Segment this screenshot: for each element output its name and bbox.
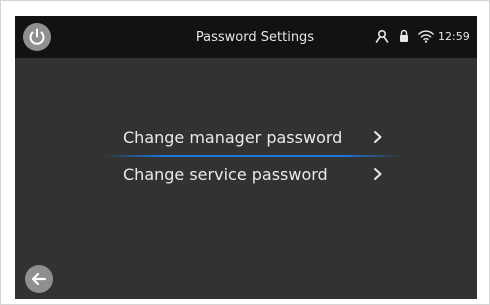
back-arrow-icon	[31, 272, 47, 286]
power-icon	[29, 28, 45, 45]
chevron-right-icon	[374, 168, 382, 180]
change-manager-password-item[interactable]: Change manager password	[103, 122, 403, 152]
lock-icon	[400, 29, 408, 42]
selection-divider	[103, 155, 403, 157]
clock: 12:59	[438, 30, 470, 43]
change-service-password-item[interactable]: Change service password	[103, 159, 403, 189]
user-icon	[375, 29, 389, 43]
menu-item-label: Change manager password	[123, 128, 343, 147]
page-title: Password Settings	[195, 30, 315, 45]
power-button[interactable]	[23, 23, 51, 51]
chevron-right-icon	[374, 131, 382, 143]
wifi-icon	[418, 30, 434, 43]
touch-screen: Password Settings 12:59 Change manager p…	[15, 16, 477, 299]
back-button[interactable]	[25, 265, 53, 293]
status-bar: Password Settings 12:59	[15, 16, 477, 58]
menu-item-label: Change service password	[123, 165, 328, 184]
device-frame: Password Settings 12:59 Change manager p…	[0, 0, 490, 305]
